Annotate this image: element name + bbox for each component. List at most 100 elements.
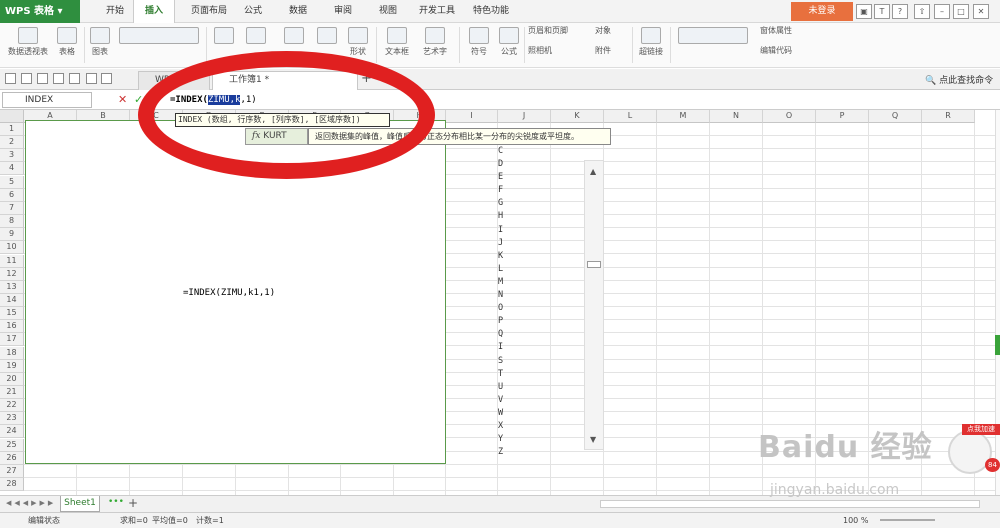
list-item: F: [498, 185, 504, 196]
column-header-n[interactable]: N: [710, 110, 763, 123]
pivot-table-button[interactable]: 数据透视表: [4, 25, 52, 65]
command-search[interactable]: 🔍 点此查找命令: [925, 73, 993, 86]
tab-insert[interactable]: 插入: [133, 0, 175, 23]
undo-icon[interactable]: [86, 73, 97, 84]
row-header-27[interactable]: 27: [0, 464, 24, 478]
column-header-q[interactable]: Q: [869, 110, 922, 123]
form-controls-group[interactable]: [675, 25, 750, 65]
open-icon[interactable]: [5, 73, 16, 84]
column-header-l[interactable]: L: [604, 110, 657, 123]
textbox-button[interactable]: 文本框: [380, 25, 414, 65]
row-header-6[interactable]: 6: [0, 188, 24, 202]
row-header-1[interactable]: 1: [0, 123, 24, 136]
tab-page-layout[interactable]: 页面布局: [180, 0, 238, 23]
tab-developer[interactable]: 开发工具: [412, 0, 462, 23]
row-header-24[interactable]: 24: [0, 425, 24, 439]
export-pdf-icon[interactable]: [37, 73, 48, 84]
save-icon[interactable]: [21, 73, 32, 84]
column-header-p[interactable]: P: [816, 110, 869, 123]
list-scrollbar[interactable]: ▲ ▼: [584, 160, 604, 450]
add-sheet-icon[interactable]: +: [128, 496, 138, 510]
print-icon[interactable]: [53, 73, 64, 84]
list-item: V: [498, 394, 504, 405]
accelerator-badge: 84: [985, 458, 1000, 472]
row-header-4[interactable]: 4: [0, 162, 24, 176]
tab-formula[interactable]: 公式: [238, 0, 268, 23]
row-header-8[interactable]: 8: [0, 215, 24, 229]
equation-button[interactable]: 公式: [497, 25, 521, 65]
sheet-tab[interactable]: Sheet1: [60, 496, 100, 512]
table-button[interactable]: 表格: [54, 25, 80, 65]
column-header-j[interactable]: J: [498, 110, 551, 123]
cancel-icon[interactable]: ✕: [118, 93, 127, 106]
row-header-9[interactable]: 9: [0, 228, 24, 242]
row-header-17[interactable]: 17: [0, 333, 24, 347]
ribbon-label: 对象: [595, 26, 611, 35]
row-header-21[interactable]: 21: [0, 386, 24, 399]
row-header-15[interactable]: 15: [0, 307, 24, 321]
row-header-25[interactable]: 25: [0, 438, 24, 452]
shirt-icon[interactable]: T: [874, 4, 890, 19]
row-header-3[interactable]: 3: [0, 149, 24, 163]
row-header-22[interactable]: 22: [0, 399, 24, 413]
scroll-up-icon[interactable]: ▲: [590, 167, 596, 176]
row-header-14[interactable]: 14: [0, 293, 24, 307]
login-button[interactable]: 未登录: [791, 2, 853, 21]
row-header-26[interactable]: 26: [0, 451, 24, 465]
skin-icon[interactable]: ▣: [856, 4, 872, 19]
row-header-11[interactable]: 11: [0, 254, 24, 268]
row-header-13[interactable]: 13: [0, 280, 24, 294]
list-item: N: [498, 290, 504, 301]
status-count: 计数=1: [196, 516, 224, 525]
tab-review[interactable]: 审阅: [325, 0, 361, 23]
help-icon[interactable]: ?: [892, 4, 908, 19]
row-header-12[interactable]: 12: [0, 267, 24, 281]
accelerator-label[interactable]: 点我加速: [962, 424, 1000, 435]
row-header-19[interactable]: 19: [0, 359, 24, 373]
row-header-23[interactable]: 23: [0, 412, 24, 426]
name-box[interactable]: INDEX: [2, 92, 92, 108]
restore-icon[interactable]: ⇧: [914, 4, 930, 19]
tab-home[interactable]: 开始: [98, 0, 132, 23]
column-header-o[interactable]: O: [763, 110, 816, 123]
select-all-corner[interactable]: [0, 110, 24, 123]
close-icon[interactable]: ✕: [973, 4, 989, 19]
row-header-20[interactable]: 20: [0, 372, 24, 386]
column-header-i[interactable]: I: [446, 110, 498, 123]
hyperlink-button[interactable]: 超链接: [636, 25, 666, 65]
row-header-16[interactable]: 16: [0, 320, 24, 334]
scroll-down-icon[interactable]: ▼: [590, 435, 596, 444]
pi-icon: [499, 27, 519, 44]
row-header-5[interactable]: 5: [0, 175, 24, 189]
scroll-thumb[interactable]: [587, 261, 601, 268]
row-header-2[interactable]: 2: [0, 136, 24, 150]
column-header-m[interactable]: M: [657, 110, 710, 123]
tab-special[interactable]: 特色功能: [466, 0, 516, 23]
row-header-28[interactable]: 28: [0, 478, 24, 492]
minimize-icon[interactable]: –: [934, 4, 950, 19]
horizontal-scrollbar[interactable]: [600, 500, 980, 508]
list-item: W: [498, 407, 504, 418]
chart-types-group[interactable]: [114, 25, 204, 65]
row-header-18[interactable]: 18: [0, 346, 24, 360]
zoom-slider[interactable]: [880, 519, 935, 521]
tab-view[interactable]: 视图: [370, 0, 406, 23]
column-header-k[interactable]: K: [551, 110, 604, 123]
side-panel-tab[interactable]: [995, 335, 1000, 355]
maximize-icon[interactable]: □: [953, 4, 969, 19]
ribbon-label: 文本框: [385, 47, 409, 56]
sheet-nav-icons[interactable]: ◀◀◀▶▶▶: [6, 499, 56, 507]
ribbon-label: 照相机: [528, 46, 552, 55]
more-sheets-icon[interactable]: •••: [108, 497, 124, 507]
row-header-7[interactable]: 7: [0, 201, 24, 215]
row-header-10[interactable]: 10: [0, 241, 24, 255]
preview-icon[interactable]: [69, 73, 80, 84]
column-header-r[interactable]: R: [922, 110, 975, 123]
tab-data[interactable]: 数据: [280, 0, 316, 23]
redo-icon[interactable]: [101, 73, 112, 84]
chart-button[interactable]: 图表: [88, 25, 112, 65]
wordart-button[interactable]: 艺术字: [418, 25, 452, 65]
list-item: I: [498, 224, 504, 235]
symbol-button[interactable]: 符号: [464, 25, 494, 65]
app-menu-button[interactable]: WPS 表格 ▾: [0, 0, 80, 23]
